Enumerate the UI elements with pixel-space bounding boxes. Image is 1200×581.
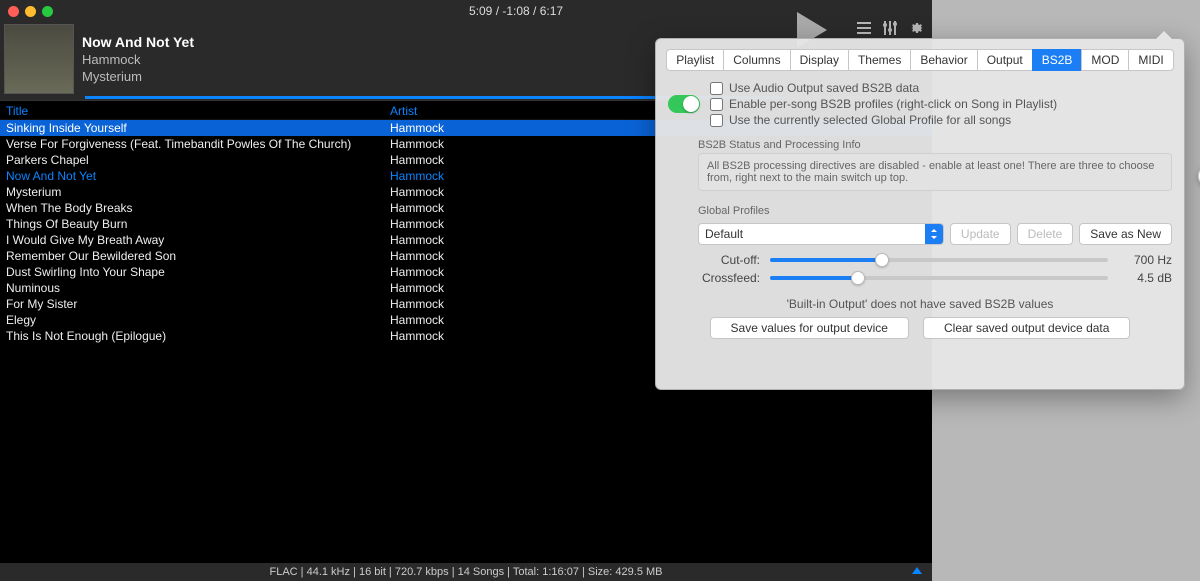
checkbox-use-saved[interactable] xyxy=(710,82,723,95)
playlist-icon[interactable] xyxy=(856,20,872,39)
crossfeed-thumb[interactable] xyxy=(851,271,865,285)
row-title: Elegy xyxy=(0,312,390,328)
crossfeed-value: 4.5 dB xyxy=(1118,271,1172,285)
profile-select[interactable]: Default xyxy=(698,223,944,245)
tab-behavior[interactable]: Behavior xyxy=(910,49,976,71)
delete-button[interactable]: Delete xyxy=(1017,223,1074,245)
opt-use-global-label: Use the currently selected Global Profil… xyxy=(729,113,1011,127)
save-device-button[interactable]: Save values for output device xyxy=(710,317,909,339)
preferences-panel: PlaylistColumnsDisplayThemesBehaviorOutp… xyxy=(655,38,1185,390)
opt-use-saved-label: Use Audio Output saved BS2B data xyxy=(729,81,919,95)
row-title: Verse For Forgiveness (Feat. Timebandit … xyxy=(0,136,390,152)
album-art[interactable] xyxy=(4,24,74,94)
track-artist: Hammock xyxy=(82,52,194,67)
column-header-title[interactable]: Title xyxy=(0,101,390,119)
tab-bs2b[interactable]: BS2B xyxy=(1032,49,1082,71)
opt-per-song[interactable]: Enable per-song BS2B profiles (right-cli… xyxy=(710,97,1168,111)
zoom-icon[interactable] xyxy=(42,6,53,17)
cutoff-value: 700 Hz xyxy=(1118,253,1172,267)
prefs-tabs: PlaylistColumnsDisplayThemesBehaviorOutp… xyxy=(656,39,1184,77)
status-info-box: All BS2B processing directives are disab… xyxy=(698,153,1172,191)
device-notice: 'Built-in Output' does not have saved BS… xyxy=(656,287,1184,317)
save-as-new-button[interactable]: Save as New xyxy=(1079,223,1172,245)
gear-icon[interactable] xyxy=(908,20,924,39)
tab-midi[interactable]: MIDI xyxy=(1128,49,1173,71)
row-title: When The Body Breaks xyxy=(0,200,390,216)
popover-arrow-icon xyxy=(1156,31,1172,39)
tab-output[interactable]: Output xyxy=(977,49,1032,71)
opt-per-song-label: Enable per-song BS2B profiles (right-cli… xyxy=(729,97,1057,111)
close-icon[interactable] xyxy=(8,6,19,17)
tab-display[interactable]: Display xyxy=(790,49,848,71)
tab-mod[interactable]: MOD xyxy=(1081,49,1128,71)
row-title: This Is Not Enough (Epilogue) xyxy=(0,328,390,344)
cutoff-thumb[interactable] xyxy=(875,253,889,267)
row-title: Things Of Beauty Burn xyxy=(0,216,390,232)
equalizer-icon[interactable] xyxy=(882,20,898,39)
playback-time: 5:09 / -1:08 / 6:17 xyxy=(469,4,563,18)
row-title: I Would Give My Breath Away xyxy=(0,232,390,248)
clear-device-button[interactable]: Clear saved output device data xyxy=(923,317,1130,339)
profiles-section-label: Global Profiles xyxy=(656,199,1184,219)
bs2b-master-toggle[interactable] xyxy=(668,95,700,113)
crossfeed-label: Crossfeed: xyxy=(698,271,760,285)
track-album: Mysterium xyxy=(82,69,194,84)
row-title: Numinous xyxy=(0,280,390,296)
toolbar xyxy=(856,20,924,39)
window-titlebar: 5:09 / -1:08 / 6:17 xyxy=(0,0,932,22)
row-title: Now And Not Yet xyxy=(0,168,390,184)
update-button[interactable]: Update xyxy=(950,223,1011,245)
tab-columns[interactable]: Columns xyxy=(723,49,789,71)
cutoff-slider-row: Cut-off: 700 Hz xyxy=(656,251,1184,269)
expand-up-icon[interactable] xyxy=(912,567,922,574)
row-title: Parkers Chapel xyxy=(0,152,390,168)
status-section-label: BS2B Status and Processing Info xyxy=(656,133,1184,153)
crossfeed-slider-row: Crossfeed: 4.5 dB xyxy=(656,269,1184,287)
row-title: Remember Our Bewildered Son xyxy=(0,248,390,264)
status-text: FLAC | 44.1 kHz | 16 bit | 720.7 kbps | … xyxy=(270,566,663,578)
minimize-icon[interactable] xyxy=(25,6,36,17)
opt-use-global[interactable]: Use the currently selected Global Profil… xyxy=(710,113,1168,127)
checkbox-use-global[interactable] xyxy=(710,114,723,127)
crossfeed-slider[interactable] xyxy=(770,276,1108,280)
tab-playlist[interactable]: Playlist xyxy=(666,49,723,71)
status-bar: FLAC | 44.1 kHz | 16 bit | 720.7 kbps | … xyxy=(0,563,932,581)
cutoff-label: Cut-off: xyxy=(698,253,760,267)
profile-selected-text: Default xyxy=(699,227,925,241)
checkbox-per-song[interactable] xyxy=(710,98,723,111)
row-title: Dust Swirling Into Your Shape xyxy=(0,264,390,280)
row-title: For My Sister xyxy=(0,296,390,312)
cutoff-slider[interactable] xyxy=(770,258,1108,262)
opt-use-saved[interactable]: Use Audio Output saved BS2B data xyxy=(710,81,1168,95)
row-title: Mysterium xyxy=(0,184,390,200)
row-title: Sinking Inside Yourself xyxy=(0,120,390,136)
chevron-updown-icon xyxy=(925,224,943,244)
tab-themes[interactable]: Themes xyxy=(848,49,910,71)
track-title: Now And Not Yet xyxy=(82,34,194,50)
